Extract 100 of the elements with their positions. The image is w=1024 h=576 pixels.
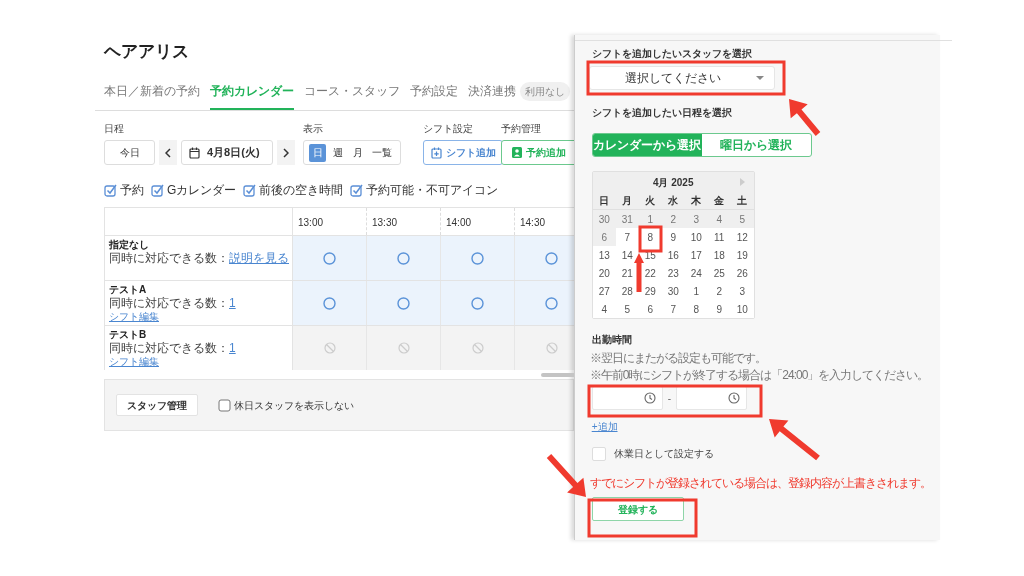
staff-name: 指定なし	[109, 238, 149, 251]
available-circle-icon	[545, 251, 558, 265]
unavailable-icon	[471, 342, 484, 354]
capacity-label: 同時に対応できる数：	[109, 296, 229, 310]
section-heading: シフトを追加したいスタッフを選択	[591, 47, 752, 61]
field-label: シフト設定	[423, 122, 473, 136]
checkbox-label: 休業日として設定する	[613, 447, 714, 461]
checkbox[interactable]	[350, 183, 364, 197]
view-tab[interactable]: 一覧	[369, 143, 395, 162]
table-cell[interactable]	[367, 281, 441, 325]
table-cell[interactable]	[367, 326, 441, 370]
time-input[interactable]	[676, 386, 748, 410]
tab[interactable]: 決済連携	[468, 73, 516, 110]
checkbox-label: 予約	[120, 182, 144, 199]
tab[interactable]: 本日／新着の予約	[104, 73, 200, 110]
clock-icon	[728, 392, 741, 404]
unavailable-icon	[323, 342, 336, 354]
date-picker[interactable]: 4月8日(火)	[181, 140, 273, 165]
calendar-icon	[189, 146, 200, 159]
available-circle-icon	[545, 296, 558, 310]
weekday-label: 木	[684, 192, 708, 210]
weekday-label: 水	[661, 192, 685, 210]
calendar-plus-icon	[430, 146, 442, 159]
table-cell[interactable]	[515, 236, 574, 280]
column-header: 13:00	[293, 208, 367, 235]
next-month-icon[interactable]	[739, 178, 745, 186]
tab[interactable]: 予約設定	[410, 73, 458, 110]
person-icon	[512, 147, 522, 158]
unavailable-icon	[545, 342, 558, 354]
available-circle-icon	[397, 296, 410, 310]
shift-edit-link[interactable]: シフト編集	[109, 310, 159, 323]
view-tab[interactable]: 週	[329, 143, 346, 162]
highlight-frame	[638, 225, 663, 253]
chevron-right-icon	[283, 147, 289, 158]
field-label: 表示	[303, 122, 323, 136]
section-heading: シフトを追加したい日程を選択	[591, 106, 732, 120]
weekday-label: 日	[592, 192, 616, 210]
section-heading: 出勤時間	[591, 333, 632, 347]
annotation-arrow	[634, 253, 644, 292]
annotation-arrow	[789, 99, 821, 136]
next-button[interactable]	[277, 140, 295, 165]
today-button[interactable]: 今日	[104, 140, 155, 165]
shift-add-button[interactable]: シフト追加	[423, 140, 503, 165]
table-cell[interactable]	[441, 236, 515, 280]
view-tab[interactable]: 月	[349, 143, 366, 162]
checkbox[interactable]	[104, 183, 117, 197]
annotation-arrow	[769, 419, 820, 461]
column-header: 13:30	[367, 208, 441, 235]
table-cell[interactable]	[515, 326, 574, 370]
checkbox[interactable]	[151, 183, 164, 197]
staff-name: テストB	[109, 328, 147, 341]
checkbox[interactable]	[243, 183, 257, 197]
capacity-link[interactable]: 説明を見る	[229, 251, 289, 265]
warning-text: すでにシフトが登録されている場合は、登録内容が上書きされます。	[589, 477, 931, 489]
checkbox-label: Gカレンダー	[167, 182, 237, 199]
table-cell[interactable]	[293, 326, 367, 370]
shift-edit-link[interactable]: シフト編集	[109, 355, 159, 368]
field-label: 予約管理	[501, 122, 541, 136]
app-title: ヘアアリス	[103, 41, 190, 63]
capacity-label: 同時に対応できる数：	[109, 341, 229, 355]
checkbox[interactable]	[218, 398, 231, 412]
staff-management-button[interactable]: スタッフ管理	[116, 394, 198, 416]
column-header: 14:00	[441, 208, 515, 235]
table-cell[interactable]	[293, 281, 367, 325]
note-text: ※午前0時にシフトが終了する場合は「24:00」を入力してください。	[589, 369, 929, 382]
weekday-label: 月	[615, 192, 639, 210]
available-circle-icon	[471, 251, 484, 265]
staff-name: テストA	[109, 283, 147, 296]
table-cell[interactable]	[293, 236, 367, 280]
tab[interactable]: コース・スタッフ	[304, 73, 400, 110]
weekday-label: 土	[730, 192, 754, 210]
add-link[interactable]: +追加	[591, 419, 618, 434]
caret-down-icon	[755, 76, 764, 80]
available-circle-icon	[471, 296, 484, 310]
table-cell[interactable]	[367, 236, 441, 280]
range-separator: -	[667, 391, 672, 406]
previous-button[interactable]	[159, 140, 177, 165]
available-circle-icon	[323, 296, 336, 310]
clock-icon	[643, 392, 656, 404]
time-input[interactable]	[591, 386, 663, 410]
table-cell[interactable]	[441, 326, 515, 370]
calendar-month: 4月 2025	[652, 175, 694, 190]
available-circle-icon	[397, 251, 410, 265]
field-label: 日程	[104, 122, 124, 136]
weekday-label: 金	[707, 192, 731, 210]
available-circle-icon	[323, 251, 336, 265]
table-cell[interactable]	[441, 281, 515, 325]
capacity-link[interactable]: 1	[229, 296, 236, 310]
checkbox-label: 休日スタッフを表示しない	[234, 398, 354, 413]
weekday-label: 火	[638, 192, 662, 210]
chevron-left-icon	[165, 147, 171, 158]
capacity-link[interactable]: 1	[229, 341, 236, 355]
date-text: 4月8日(火)	[207, 145, 260, 161]
checkbox-label: 予約可能・不可アイコン	[366, 182, 499, 199]
capacity-label: 同時に対応できる数：	[109, 251, 229, 265]
table-cell[interactable]	[515, 281, 574, 325]
status-badge: 利用なし	[520, 82, 570, 101]
unavailable-icon	[397, 342, 410, 354]
note-text: ※翌日にまたがる設定も可能です。	[589, 352, 766, 365]
staff-select[interactable]: 選択してください	[588, 66, 775, 90]
